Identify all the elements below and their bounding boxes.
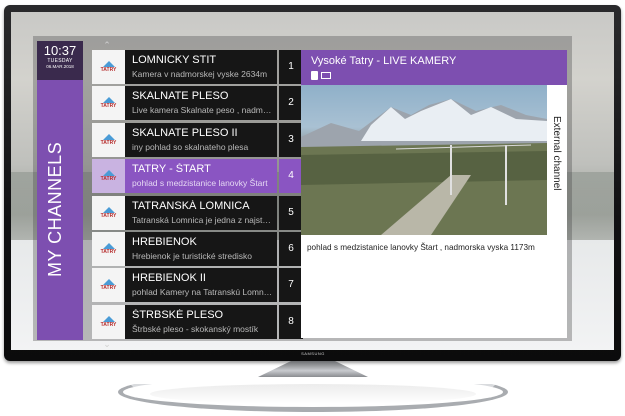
channel-description: Kamera v nadmorskej vyske 2634m xyxy=(132,69,268,79)
channel-name: LOMNICKY STIT xyxy=(132,54,217,66)
channel-info: ŠTRBSKÉ PLESO Štrbské pleso - skokanský … xyxy=(125,304,277,339)
channel-row-8[interactable]: TATRY ŠTRBSKÉ PLESO Štrbské pleso - skok… xyxy=(92,304,303,339)
mountain-webcam-image xyxy=(301,99,547,235)
channel-logo: TATRY xyxy=(92,50,125,84)
channel-logo: TATRY xyxy=(92,159,125,194)
tv-icon xyxy=(321,72,331,79)
channel-description: pohlad Kamery na Tatranskú Lomnicu xyxy=(132,287,274,298)
channel-row-2[interactable]: TATRY SKALNATE PLESO Live kamera Skalnat… xyxy=(92,86,303,121)
live-preview[interactable] xyxy=(301,85,547,235)
mobile-icon xyxy=(311,71,318,80)
channel-logo: TATRY xyxy=(92,195,125,230)
channel-row-4-selected[interactable]: TATRY TATRY - ŠTART pohlad s medzistanic… xyxy=(92,159,303,194)
channel-logo-text: TATRY xyxy=(100,139,117,146)
channel-logo-text: TATRY xyxy=(100,67,117,73)
channel-info: SKALNATE PLESO Live kamera Skalnate peso… xyxy=(125,86,277,121)
sidebar-title: MY CHANNELS xyxy=(45,141,65,277)
chevron-down-icon[interactable]: ⌄ xyxy=(93,340,121,349)
channel-guide-overlay: 10:37 TUESDAY 06.MAR.2018 MY CHANNELS ⌃ … xyxy=(11,12,614,350)
channel-logo: TATRY xyxy=(92,268,125,303)
channel-name: ŠTRBSKÉ PLESO xyxy=(132,308,224,321)
channel-logo-text: TATRY xyxy=(100,103,117,110)
channel-logo-text: TATRY xyxy=(100,248,117,255)
channel-list: TATRY LOMNICKY STIT Kamera v nadmorskej … xyxy=(92,50,303,341)
channel-info: TATRY - ŠTART pohlad s medzistanice lano… xyxy=(125,159,277,194)
channel-row-7[interactable]: TATRY HREBIENOK II pohlad Kamery na Tatr… xyxy=(92,268,303,303)
clock-widget: 10:37 TUESDAY 06.MAR.2018 xyxy=(37,41,83,80)
detail-header: Vysoké Tatry - LIVE KAMERY xyxy=(301,50,567,85)
detail-body: pohlad s medzistanice lanovky Štart , na… xyxy=(301,235,567,338)
channel-number: 6 xyxy=(279,231,303,266)
channel-number: 3 xyxy=(279,122,303,157)
channel-info: SKALNATE PLESO II iny pohlad so skalnate… xyxy=(125,122,277,157)
channel-info: HREBIENOK Hrebienok je turistické stredi… xyxy=(125,231,277,266)
channel-number: 2 xyxy=(279,86,303,121)
channel-description: Štrbské pleso - skokanský mostík xyxy=(132,323,259,334)
channel-name: TATRANSKÁ LOMNICA xyxy=(132,199,250,212)
channel-description: Tatranská Lomnica je jedna z najstarších xyxy=(132,214,274,225)
detail-title: Vysoké Tatry - LIVE KAMERY xyxy=(311,55,457,67)
tv-brand-logo: SAMSUNG xyxy=(301,351,325,356)
channel-logo-text: TATRY xyxy=(100,176,117,183)
channel-logo: TATRY xyxy=(92,231,125,266)
channel-row-5[interactable]: TATRY TATRANSKÁ LOMNICA Tatranská Lomnic… xyxy=(92,195,303,230)
clock-time: 10:37 xyxy=(43,43,77,58)
channel-info: HREBIENOK II pohlad Kamery na Tatranskú … xyxy=(125,268,277,303)
channel-row-3[interactable]: TATRY SKALNATE PLESO II iny pohlad so sk… xyxy=(92,122,303,157)
channel-description: Live kamera Skalnate peso , nadmorska xyxy=(132,105,274,116)
detail-caption: pohlad s medzistanice lanovky Štart , na… xyxy=(307,243,535,252)
tv-stand-base-inner xyxy=(150,384,476,404)
channel-info: LOMNICKY STIT Kamera v nadmorskej vyske … xyxy=(125,50,277,84)
channel-number: 8 xyxy=(279,304,303,339)
channel-row-1[interactable]: TATRY LOMNICKY STIT Kamera v nadmorskej … xyxy=(92,50,303,84)
channel-name: HREBIENOK xyxy=(132,235,197,248)
channel-name: HREBIENOK II xyxy=(132,272,206,285)
channel-name: SKALNATE PLESO xyxy=(132,90,229,103)
chevron-up-icon[interactable]: ⌃ xyxy=(93,41,121,50)
channel-logo: TATRY xyxy=(92,86,125,121)
channel-number: 7 xyxy=(279,268,303,303)
channel-number: 5 xyxy=(279,195,303,230)
channel-logo: TATRY xyxy=(92,122,125,157)
device-icons xyxy=(311,71,331,80)
channel-description: Hrebienok je turistické stredisko xyxy=(132,250,252,261)
channel-description: iny pohlad so skalnateho plesa xyxy=(132,141,249,152)
channel-name: SKALNATE PLESO II xyxy=(132,126,238,139)
channel-number: 4 xyxy=(279,159,303,194)
clock-date: 06.MAR.2018 xyxy=(46,64,74,69)
channel-info: TATRANSKÁ LOMNICA Tatranská Lomnica je j… xyxy=(125,195,277,230)
channel-logo-text: TATRY xyxy=(100,212,117,219)
tv-stand-neck xyxy=(258,361,368,377)
channel-description: pohlad s medzistanice lanovky Štart xyxy=(132,178,268,189)
external-channel-label: External channel xyxy=(551,116,562,191)
channel-name: TATRY - ŠTART xyxy=(132,163,211,176)
channel-logo: TATRY xyxy=(92,304,125,339)
channel-logo-text: TATRY xyxy=(100,285,117,292)
channel-number: 1 xyxy=(279,50,303,84)
channel-logo-text: TATRY xyxy=(100,321,117,328)
channel-row-6[interactable]: TATRY HREBIENOK Hrebienok je turistické … xyxy=(92,231,303,266)
